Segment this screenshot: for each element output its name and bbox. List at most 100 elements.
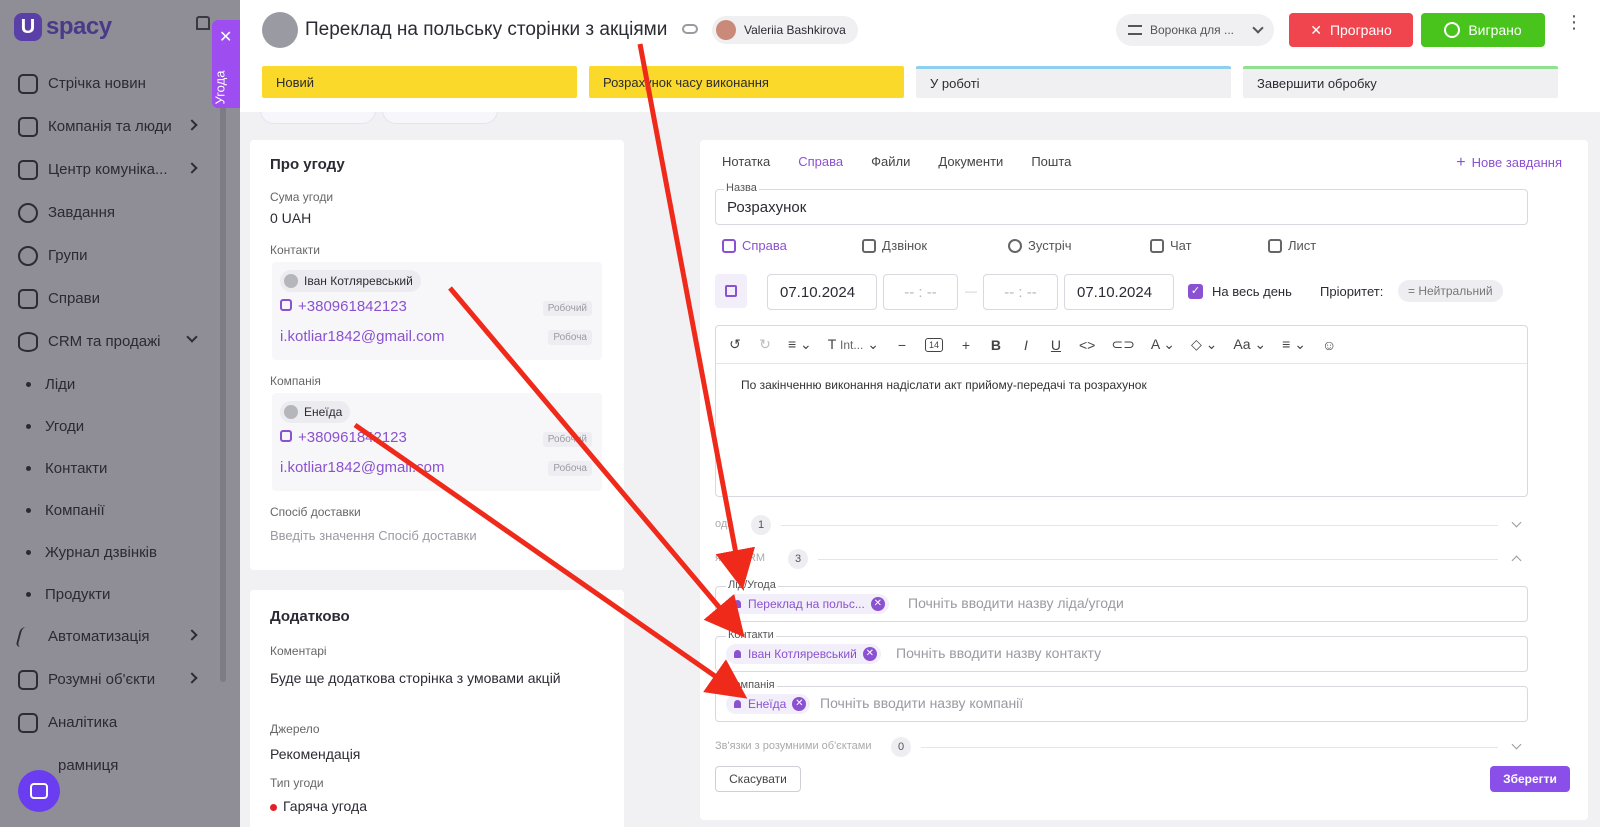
contact-phone[interactable]: +380961842123 — [280, 298, 407, 315]
nav-company[interactable]: Компанія та люди — [0, 105, 240, 148]
company-input[interactable]: Почніть вводити назву компанії — [820, 695, 1023, 711]
undo-icon[interactable]: ↺ — [728, 336, 742, 353]
task-name-field[interactable]: Назва Розрахунок — [715, 182, 1528, 225]
deal-side-tab[interactable]: ✕ Угода — [212, 20, 240, 108]
tab-documents[interactable]: Документи — [938, 154, 1003, 169]
all-day-checkbox[interactable]: ✓ — [1188, 284, 1203, 299]
sidebar-scrollbar[interactable] — [220, 62, 226, 682]
deal-title[interactable]: Переклад на польську сторінки з акціями — [305, 19, 667, 41]
text-case-icon[interactable]: Aa ⌄ — [1233, 336, 1266, 353]
emoji-icon[interactable]: ☺ — [1322, 337, 1336, 353]
end-date-input[interactable]: 07.10.2024 — [1064, 274, 1174, 310]
align-icon[interactable]: ≡ ⌄ — [1282, 336, 1306, 353]
nav-leads[interactable]: Ліди — [0, 363, 240, 405]
font-size-input[interactable]: 14 — [924, 337, 943, 352]
nav-contacts[interactable]: Контакти — [0, 447, 240, 489]
remove-chip-icon[interactable]: ✕ — [792, 697, 807, 711]
remove-chip-icon[interactable]: ✕ — [870, 597, 885, 611]
type-call[interactable]: Дзвінок — [862, 238, 1008, 253]
nav-groups[interactable]: Групи — [0, 234, 240, 277]
nav-crm[interactable]: CRM та продажі — [0, 320, 240, 363]
nav-communication[interactable]: Центр комуніка... — [0, 148, 240, 191]
lost-button[interactable]: ✕ Програно — [1289, 13, 1413, 47]
delivery-input[interactable]: Введіть значення Спосіб доставки — [270, 528, 477, 543]
contact-email[interactable]: i.kotliar1842@gmail.com — [280, 328, 444, 345]
remove-chip-icon[interactable]: ✕ — [862, 647, 877, 661]
stage-estimate[interactable]: Розрахунок часу виконання — [589, 66, 904, 98]
section-smart-links[interactable]: Зв'язки з розумними об'єктами 0 — [715, 737, 1528, 757]
nav-call-log[interactable]: Журнал дзвінків — [0, 531, 240, 573]
lead-deal-field[interactable]: Лід/Угода Переклад на польс... ✕ Почніть … — [715, 579, 1528, 622]
close-icon[interactable]: ✕ — [219, 30, 232, 46]
company-field[interactable]: Компанія Енеїда ✕ Почніть вводити назву к… — [715, 679, 1528, 722]
nav-automation[interactable]: Автоматизація — [0, 615, 240, 658]
source-value[interactable]: Рекомендація — [270, 746, 360, 762]
nav-deals[interactable]: Угоди — [0, 405, 240, 447]
funnel-select[interactable]: Воронка для ... — [1116, 14, 1274, 46]
stage-in-progress[interactable]: У роботі — [916, 66, 1231, 98]
company-chip[interactable]: Енеїда ✕ — [726, 694, 811, 714]
description-editor[interactable]: ↺ ↻ ≡ ⌄ T Int... ⌄ − 14 + B I U <> ⊂⊃ A … — [715, 325, 1528, 497]
contact-chip[interactable]: Іван Котляревський ✕ — [726, 644, 881, 664]
app-logo[interactable]: U spacy — [14, 10, 112, 44]
type-value[interactable]: Гаряча угода — [270, 798, 367, 814]
contact-input[interactable]: Почніть вводити назву контакту — [896, 645, 1101, 661]
contacts-field[interactable]: Контакти Іван Котляревський ✕ Почніть вво… — [715, 629, 1528, 672]
text-color-icon[interactable]: A ⌄ — [1151, 336, 1175, 353]
comment-value[interactable]: Буде ще додаткова сторінка з умовами акц… — [270, 668, 570, 689]
highlight-icon[interactable]: ◇ ⌄ — [1191, 336, 1217, 353]
start-date-input[interactable]: 07.10.2024 — [767, 274, 877, 310]
priority-select[interactable]: = Нейтральний — [1398, 280, 1503, 302]
start-time-input[interactable]: -- : -- — [883, 274, 958, 310]
sum-value[interactable]: 0 UAH — [270, 210, 311, 226]
end-time-input[interactable]: -- : -- — [983, 274, 1058, 310]
type-letter[interactable]: Лист — [1268, 238, 1316, 253]
section-participants[interactable]: оди 1 — [715, 515, 1528, 535]
company-chip[interactable]: Енеїда — [280, 401, 351, 423]
company-email[interactable]: i.kotliar1842@gmail.com — [280, 459, 444, 476]
bold-icon[interactable]: B — [989, 337, 1003, 353]
font-select[interactable]: T Int... ⌄ — [828, 336, 879, 353]
nav-activities[interactable]: Справи — [0, 277, 240, 320]
lead-chip[interactable]: Переклад на польс... ✕ — [726, 594, 889, 614]
link-icon[interactable] — [682, 24, 698, 34]
owner-chip[interactable]: Valeriia Bashkirova — [712, 16, 858, 44]
won-button[interactable]: Виграно — [1421, 13, 1545, 47]
code-icon[interactable]: <> — [1079, 337, 1095, 353]
italic-icon[interactable]: I — [1019, 337, 1033, 353]
new-task-button[interactable]: + Нове завдання — [1456, 154, 1562, 172]
line-height-icon[interactable]: ≡ ⌄ — [788, 336, 812, 353]
tab-files[interactable]: Файли — [871, 154, 910, 169]
nav-feed[interactable]: Стрічка новин — [0, 62, 240, 105]
type-chat[interactable]: Чат — [1150, 238, 1268, 253]
more-options-icon[interactable]: ⋮ — [1565, 13, 1583, 31]
decrease-size-icon[interactable]: − — [895, 337, 909, 353]
tab-note[interactable]: Нотатка — [722, 154, 770, 169]
save-button[interactable]: Зберегти — [1490, 766, 1570, 792]
section-crm-links[interactable]: язки CRM 3 — [715, 549, 1528, 569]
tab-mail[interactable]: Пошта — [1031, 154, 1071, 169]
type-activity[interactable]: Справа — [722, 238, 862, 253]
tab-products[interactable] — [382, 112, 498, 124]
tab-general[interactable] — [260, 112, 376, 124]
underline-icon[interactable]: U — [1049, 337, 1063, 353]
nav-products[interactable]: Продукти — [0, 573, 240, 615]
pin-icon[interactable] — [196, 16, 210, 30]
nav-smart-objects[interactable]: Розумні об'єкти — [0, 658, 240, 701]
contact-chip[interactable]: Іван Котляревський — [280, 270, 421, 292]
cancel-button[interactable]: Скасувати — [715, 766, 801, 792]
link-icon[interactable]: ⊂⊃ — [1111, 336, 1134, 353]
company-phone[interactable]: +380961842123 — [280, 429, 407, 446]
stage-new[interactable]: Новий — [262, 66, 577, 98]
stage-finish[interactable]: Завершити обробку — [1243, 66, 1558, 98]
support-chat-button[interactable] — [18, 770, 60, 812]
redo-icon[interactable]: ↻ — [758, 336, 772, 353]
increase-size-icon[interactable]: + — [959, 337, 973, 353]
nav-tasks[interactable]: Завдання — [0, 191, 240, 234]
lead-input[interactable]: Почніть вводити назву ліда/угоди — [908, 595, 1124, 611]
tab-activity[interactable]: Справа — [798, 154, 843, 169]
calendar-button[interactable] — [715, 274, 747, 308]
nav-analytics[interactable]: Аналітика — [0, 701, 240, 744]
type-meeting[interactable]: Зустріч — [1008, 238, 1150, 253]
nav-companies[interactable]: Компанії — [0, 489, 240, 531]
